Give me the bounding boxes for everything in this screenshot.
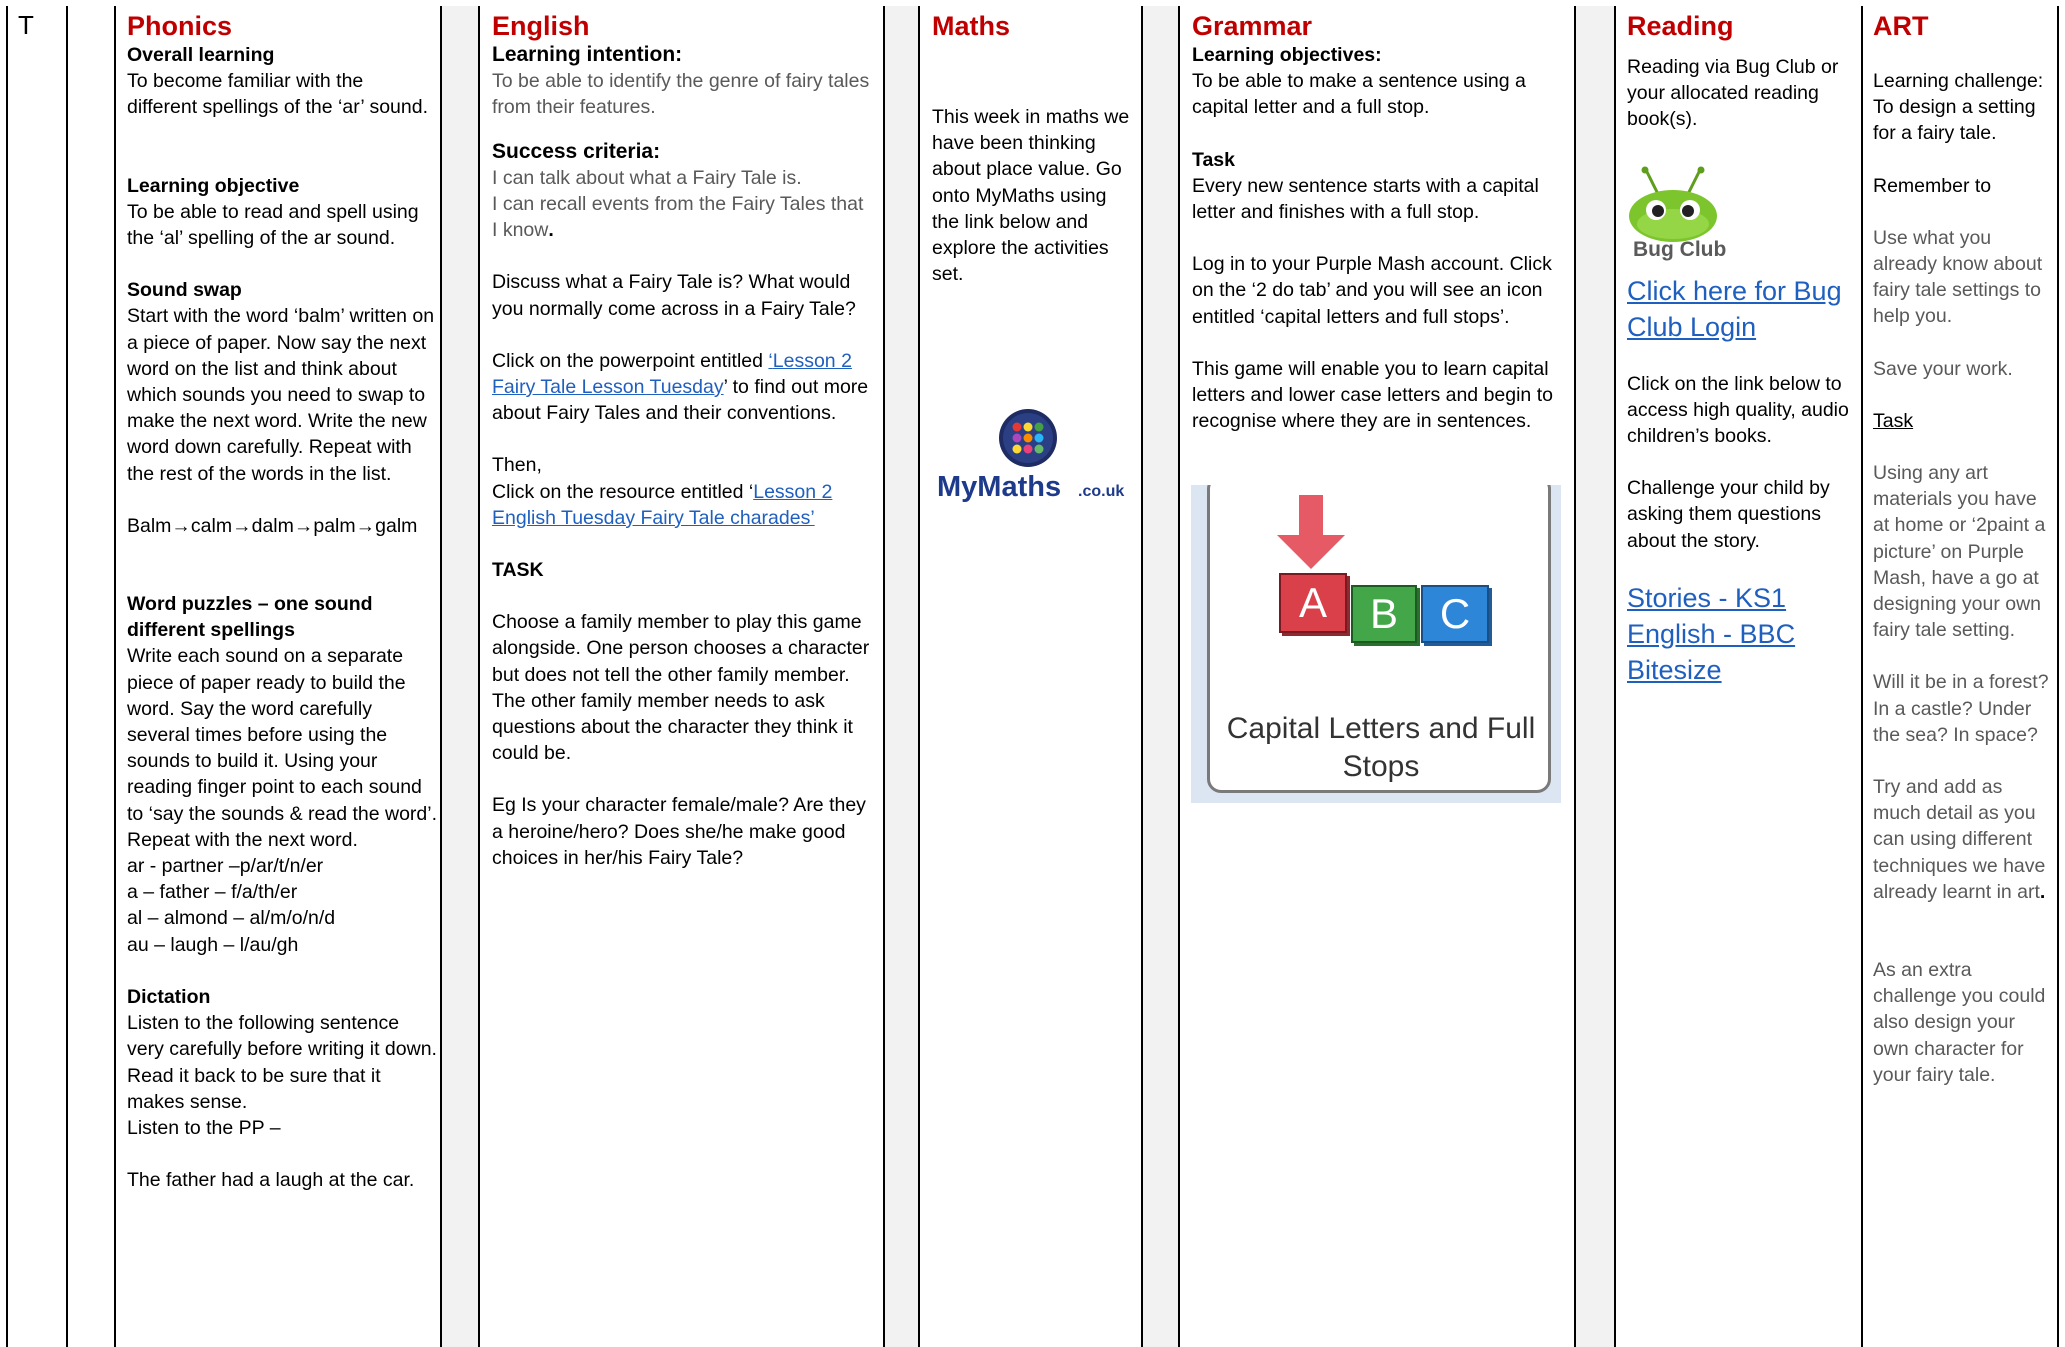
success-criterion: I can talk about what a Fairy Tale is. <box>492 166 802 189</box>
dictation-sentence: The father had a laugh at the car. <box>127 1169 415 1192</box>
grammar-objectives-title: Learning objectives: <box>1192 44 1382 66</box>
discuss-text: Discuss what a Fairy Tale is? What would… <box>492 271 856 320</box>
success-criterion-dot: . <box>548 219 554 242</box>
english-heading: English <box>492 11 590 41</box>
powerpoint-pre: Click on the powerpoint entitled <box>492 349 769 372</box>
spelling-item: au – laugh – l/au/gh <box>127 933 299 956</box>
word-puzzles-text: Write each sound on a separate piece of … <box>127 645 438 851</box>
grammar-cell: Grammar Learning objectives: To be able … <box>1192 10 1564 434</box>
art-heading: ART <box>1873 11 1929 41</box>
maths-heading: Maths <box>932 11 1011 41</box>
success-criterion: I can recall events from the Fairy Tales… <box>492 191 870 243</box>
reading-cell: Reading Reading via Bug Club or your all… <box>1627 10 1855 688</box>
sound-swap-title: Sound swap <box>127 279 242 302</box>
reading-challenge: Challenge your child by asking them ques… <box>1627 477 1830 552</box>
art-cell: ART Learning challenge: To design a sett… <box>1873 10 2053 1088</box>
letter-c: C <box>1439 590 1471 637</box>
spacer-column <box>1574 6 1614 1347</box>
word-puzzles-title: Word puzzles – one sound different spell… <box>127 593 373 642</box>
reading-heading: Reading <box>1627 11 1734 41</box>
grammar-heading: Grammar <box>1192 11 1313 41</box>
word-chain: Balm→calm→dalm→palm→galm <box>127 514 418 537</box>
art-extra: As an extra challenge you could also des… <box>1873 959 2046 1086</box>
spelling-item: a – father – f/a/th/er <box>127 881 298 904</box>
grammar-task-title: Task <box>1192 148 1235 171</box>
english-cell: English Learning intention: To be able t… <box>492 10 870 871</box>
overall-learning-text: To become familiar with the different sp… <box>127 70 428 119</box>
dictation-text: Listen to the following sentence very ca… <box>127 1012 437 1113</box>
maths-cell: Maths This week in maths we have been th… <box>932 10 1134 287</box>
mymaths-logo-icon: MyMaths .co.uk <box>937 409 1124 503</box>
remember-text: Use what you already know about fairy ta… <box>1873 226 2043 328</box>
art-detail: Try and add as much detail as you can us… <box>1873 774 2053 905</box>
spelling-item: ar - partner –p/ar/t/n/er <box>127 855 324 878</box>
spacer-column <box>440 6 478 1347</box>
day-column <box>6 6 66 1347</box>
learning-objective-title: Learning objective <box>127 174 300 197</box>
letter-b: B <box>1369 590 1398 637</box>
letter-block-a: A <box>1279 573 1347 633</box>
art-task-title: Task <box>1873 409 1914 432</box>
audio-books-text: Click on the link below to access high q… <box>1627 372 1849 448</box>
remember-title: Remember to <box>1873 174 1992 197</box>
tile-caption: Capital Letters and Full Stops <box>1226 712 1536 783</box>
art-task-text: Using any art materials you have at home… <box>1873 462 2046 642</box>
learning-objective-text: To be able to read and spell using the ‘… <box>127 200 419 250</box>
dictation-title: Dictation <box>127 985 211 1008</box>
bug-club-logo: Bug Club <box>1628 166 1728 266</box>
bbc-bitesize-link[interactable]: Stories - KS1 English - BBC Bitesize <box>1627 580 1855 688</box>
learning-intention-title: Learning intention: <box>492 43 683 66</box>
english-task-text: Choose a family member to play this game… <box>492 611 870 765</box>
english-example: Eg Is your character female/male? Are th… <box>492 794 866 869</box>
art-challenge-text: To design a setting for a fairy tale. <box>1873 96 2036 145</box>
mymaths-logo[interactable]: MyMaths .co.uk <box>935 408 1125 504</box>
resource-pre: Click on the resource entitled ‘ <box>492 480 754 503</box>
game-text: This game will enable you to learn capit… <box>1192 357 1553 433</box>
english-task-title: TASK <box>492 559 544 582</box>
reading-intro: Reading via Bug Club or your allocated r… <box>1627 56 1839 131</box>
save-work-text: Save your work. <box>1873 357 2013 380</box>
letter-block-b: B <box>1351 585 1417 643</box>
spelling-item: al – almond – al/m/o/n/d <box>127 907 336 930</box>
dictation-pp: Listen to the PP – <box>127 1116 281 1139</box>
spacer-column <box>1141 6 1178 1347</box>
success-criteria-title: Success criteria: <box>492 139 661 163</box>
maths-text: This week in maths we have been thinking… <box>932 106 1130 286</box>
letter-a: A <box>1298 579 1327 626</box>
art-questions: Will it be in a forest? In a castle? Und… <box>1873 671 2049 746</box>
down-arrow-icon <box>1277 495 1345 569</box>
art-detail-dot: . <box>2039 880 2046 903</box>
bug-club-logo-text: Bug Club <box>1633 238 1727 261</box>
purple-mash-text: Log in to your Purple Mash account. Clic… <box>1192 253 1552 328</box>
mymaths-logo-suffix: .co.uk <box>1078 483 1124 500</box>
letter-block-c: C <box>1421 585 1489 643</box>
bug-club-login-link[interactable]: Click here for Bug Club Login <box>1627 273 1855 345</box>
art-challenge-title: Learning challenge: <box>1873 70 2044 92</box>
bug-icon <box>1629 166 1717 242</box>
powerpoint-text: Click on the powerpoint entitled ‘Lesson… <box>492 348 870 427</box>
grammar-objectives-text: To be able to make a sentence using a ca… <box>1192 70 1526 119</box>
art-detail-text: Try and add as much detail as you can us… <box>1873 776 2046 903</box>
row-label: T <box>18 10 34 40</box>
blank-column <box>66 6 114 1347</box>
then-text: Then, <box>492 454 542 477</box>
learning-intention-text: To be able to identify the genre of fair… <box>492 70 870 119</box>
sound-swap-text: Start with the word ‘balm’ written on a … <box>127 305 435 485</box>
mymaths-logo-text: MyMaths <box>937 471 1061 503</box>
timetable-page: T Phonics Overall learning To become fam… <box>0 0 2065 1347</box>
spacer-column <box>883 6 918 1347</box>
resource-text: Click on the resource entitled ‘Lesson 2… <box>492 479 870 531</box>
capital-letters-tile[interactable]: A B C Capital Letters and Full Stops <box>1191 485 1561 803</box>
grammar-task-text: Every new sentence starts with a capital… <box>1192 174 1539 224</box>
overall-learning-title: Overall learning <box>127 44 275 66</box>
phonics-heading: Phonics <box>127 11 233 41</box>
phonics-cell: Phonics Overall learning To become famil… <box>127 10 437 1193</box>
